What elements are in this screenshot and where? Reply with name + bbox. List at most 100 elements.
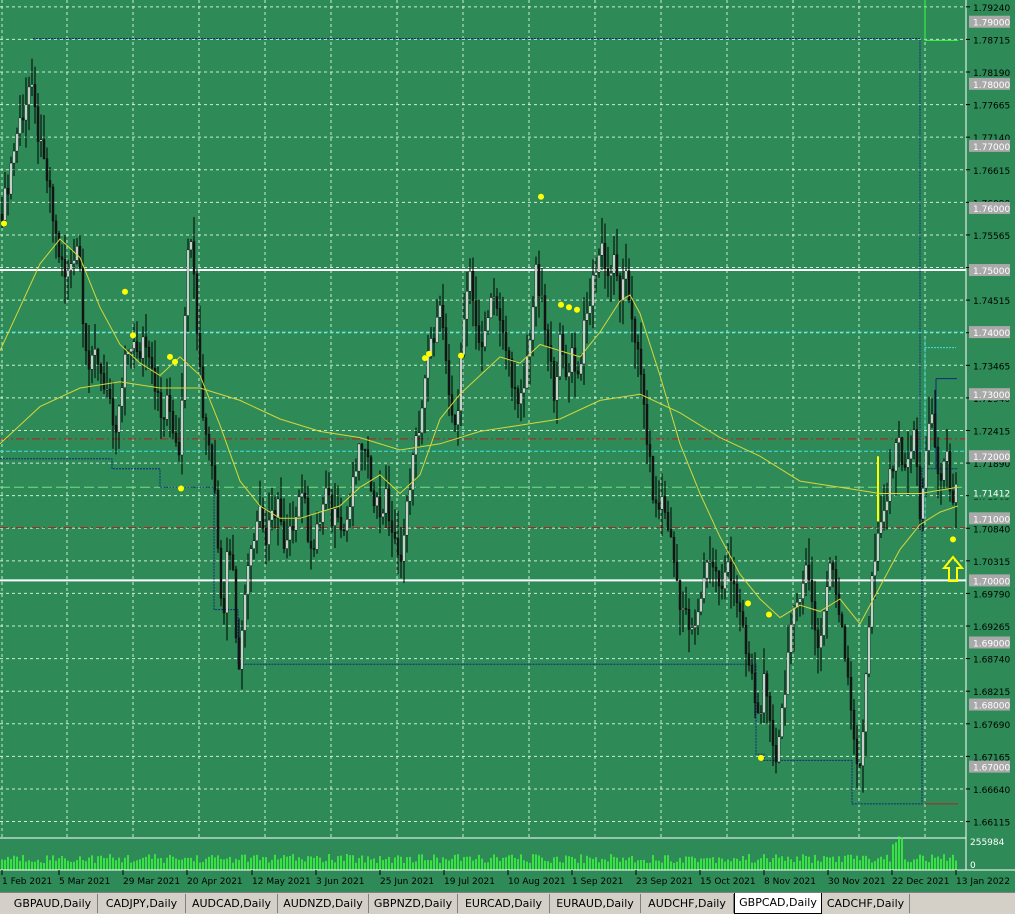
candle-body [756,702,760,714]
candle-body [96,349,100,365]
symbol-tab[interactable]: AUDCHF,Daily [641,894,734,913]
candle-body [372,490,376,507]
candle-body [87,350,91,370]
candle-body [807,564,811,581]
candle-body [24,104,28,121]
candle-body [468,271,472,292]
price-chart[interactable]: 1.792401.787151.781901.776651.771401.766… [0,0,1015,892]
volume-pane [0,836,966,870]
candle-body [408,489,412,502]
candle-body [639,348,643,375]
candle-body [537,264,541,296]
candle-body [729,561,733,581]
round-level-label: 1.78000 [973,81,1010,91]
round-level-label: 1.75000 [973,267,1010,277]
candle-body [189,241,193,251]
candle-body [27,86,31,105]
price-tick-label: 1.68215 [973,688,1010,698]
fractal-dot [172,358,178,365]
candle-body [195,273,199,334]
candle-body [573,347,577,372]
candle-body [648,444,652,457]
candle-body [879,521,883,534]
candle-body [363,449,367,451]
round-level-label: 1.79000 [973,19,1010,29]
candle-body [282,521,286,549]
candle-body [297,496,301,518]
symbol-tab[interactable]: GBPNZD,Daily [369,894,458,913]
candle-body [900,437,904,465]
candle-body [315,523,319,550]
symbol-tab[interactable]: EURCAD,Daily [458,894,550,913]
symbol-tab[interactable]: GBPAUD,Daily [8,894,98,913]
symbol-tab[interactable]: GBPCAD,Daily [734,893,822,914]
candle-body [501,320,505,333]
candle-body [138,351,142,359]
candle-body [162,417,166,420]
candle-body [843,626,847,659]
candle-body [246,565,250,595]
candle-body [876,533,880,562]
horizontal-levels [0,269,966,582]
candle-body [384,488,388,514]
candle-body [411,454,415,491]
candle-body [54,220,58,234]
candle-body [117,405,121,433]
time-tick-label: 19 Jul 2021 [444,877,495,887]
candle-body [768,695,772,721]
candle-body [645,404,649,445]
candle-body [546,329,550,346]
candle-body [6,187,10,195]
round-level-label: 1.71000 [973,515,1010,525]
candle-body [39,139,43,142]
candlesticks [0,58,958,793]
candle-body [405,500,409,536]
candle-body [267,519,271,545]
candle-body [624,270,628,280]
time-axis[interactable]: 1 Feb 2021 5 Mar 2021 29 Mar 2021 20 Apr 20… [0,869,1015,887]
candle-body [201,366,205,418]
candle-body [771,720,775,746]
fractal-dot [426,350,432,357]
channel-lower-line [0,458,958,805]
candle-body [681,608,685,610]
candle-body [381,512,385,518]
symbol-tab[interactable]: CADCHF,Daily [822,894,910,913]
candle-body [774,745,778,763]
candle-body [579,363,583,375]
candle-body [309,540,313,549]
candle-body [291,526,295,531]
candle-body [483,330,487,347]
candle-body [786,652,790,695]
candle-body [933,413,937,448]
candle-body [438,304,442,318]
candle-body [705,562,709,579]
price-axis[interactable]: 1.792401.787151.781901.776651.771401.766… [965,0,1010,871]
candle-body [225,551,229,614]
candle-body [288,526,292,541]
candle-body [81,267,85,325]
symbol-tab[interactable]: AUDCAD,Daily [186,894,278,913]
candle-body [348,506,352,520]
symbol-tab[interactable]: EURAUD,Daily [550,894,641,913]
candle-body [129,348,133,353]
candle-body [834,569,838,595]
chart-window[interactable]: 1.79240 1.78715 1.78190 1.77665 1.77140 1.766… [0,0,1015,892]
symbol-tab[interactable]: AUDNZD,Daily [278,894,369,913]
candle-body [693,625,697,628]
candle-body [336,508,340,518]
candle-body [177,442,181,456]
round-level-label: 1.76000 [973,205,1010,215]
candle-body [762,673,766,713]
candle-body [678,580,682,610]
time-tick-label: 30 Nov 2021 [828,877,886,887]
candle-body [783,694,787,709]
candle-body [456,410,460,425]
candle-body [360,443,364,450]
candle-body [9,162,13,195]
candle-body [240,630,244,670]
fractal-dot [766,611,772,618]
symbol-tab[interactable]: CADJPY,Daily [98,894,186,913]
candle-body [708,561,712,564]
price-tick-label: 1.74515 [973,297,1010,307]
